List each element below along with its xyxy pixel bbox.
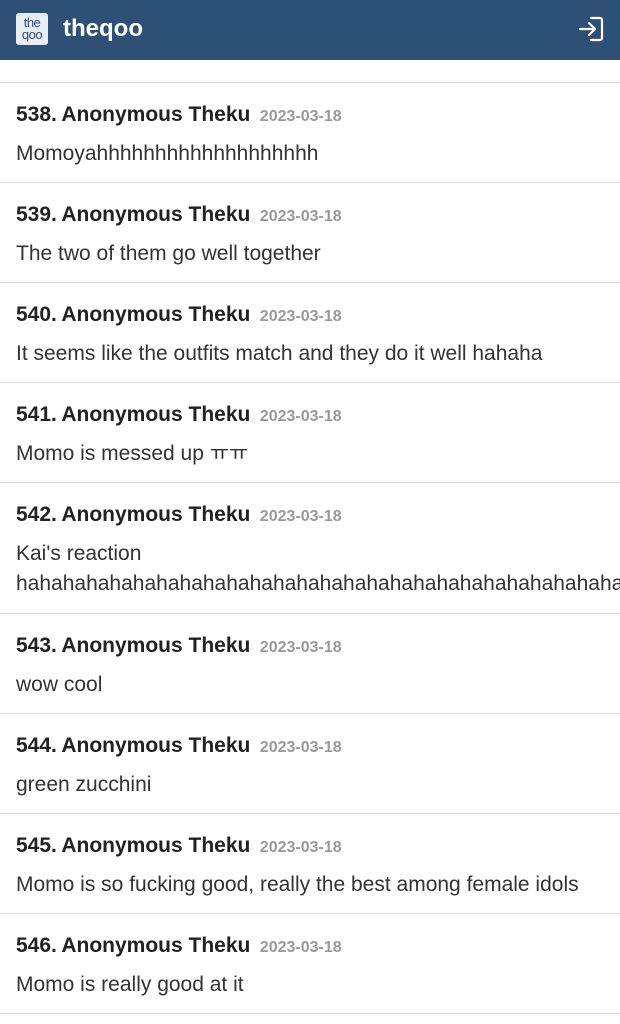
- comment-meta: 540. Anonymous Theku 2023-03-18: [16, 303, 342, 327]
- comment-author: Anonymous Theku: [61, 503, 251, 526]
- comment-date: 2023-03-18: [259, 939, 342, 956]
- comment-author: Anonymous Theku: [61, 834, 251, 857]
- comment-text: It seems like the outfits match and they…: [16, 342, 543, 365]
- comment-author: Anonymous Theku: [61, 634, 251, 657]
- login-button[interactable]: [576, 14, 606, 44]
- comment-author: Anonymous Theku: [61, 403, 251, 426]
- comment-text: Momo is so fucking good, really the best…: [16, 873, 579, 896]
- comment-date: 2023-03-18: [259, 108, 342, 125]
- comment-item: 540. Anonymous Theku 2023-03-18 It seems…: [0, 283, 620, 383]
- comment-meta: 543. Anonymous Theku 2023-03-18: [16, 634, 342, 658]
- comment-text: green zucchini: [16, 773, 152, 796]
- comment-number: 538.: [16, 103, 57, 126]
- comment-author: Anonymous Theku: [61, 734, 251, 757]
- comment-author: Anonymous Theku: [61, 203, 251, 226]
- comment-date: 2023-03-18: [259, 308, 342, 325]
- comment-text: Momo is really good at it: [16, 973, 244, 996]
- comment-meta: 544. Anonymous Theku 2023-03-18: [16, 734, 342, 758]
- comment-item: 541. Anonymous Theku 2023-03-18 Momo is …: [0, 383, 620, 483]
- comment-meta: 538. Anonymous Theku 2023-03-18: [16, 103, 342, 127]
- comment-text: Momoyahhhhhhhhhhhhhhhhhhh: [16, 142, 319, 165]
- comment-text: wow cool: [16, 673, 103, 696]
- comment-number: 544.: [16, 734, 57, 757]
- comment-text: Kai's reaction hahahahahahahahahahahahah…: [16, 542, 620, 595]
- comment-meta: 539. Anonymous Theku 2023-03-18: [16, 203, 342, 227]
- login-icon: [578, 16, 604, 42]
- comment-author: Anonymous Theku: [61, 103, 251, 126]
- site-title[interactable]: theqoo: [63, 14, 143, 44]
- comment-meta: 542. Anonymous Theku 2023-03-18: [16, 503, 342, 527]
- comment-meta: 546. Anonymous Theku 2023-03-18: [16, 934, 342, 958]
- comment-date: 2023-03-18: [259, 208, 342, 225]
- comment-item: 546. Anonymous Theku 2023-03-18 Momo is …: [0, 914, 620, 1014]
- comment-number: 540.: [16, 303, 57, 326]
- comment-list: 538. Anonymous Theku 2023-03-18 Momoyahh…: [0, 82, 620, 1014]
- comment-date: 2023-03-18: [259, 408, 342, 425]
- comment-date: 2023-03-18: [259, 839, 342, 856]
- comment-text: Momo is messed up ㅠㅠ: [16, 442, 249, 465]
- comment-number: 543.: [16, 634, 57, 657]
- comment-item: 542. Anonymous Theku 2023-03-18 Kai's re…: [0, 483, 620, 614]
- comment-date: 2023-03-18: [259, 739, 342, 756]
- comment-author: Anonymous Theku: [61, 934, 251, 957]
- comment-item: 538. Anonymous Theku 2023-03-18 Momoyahh…: [0, 83, 620, 183]
- comment-meta: 541. Anonymous Theku 2023-03-18: [16, 403, 342, 427]
- comment-meta: 545. Anonymous Theku 2023-03-18: [16, 834, 342, 858]
- comment-item: 543. Anonymous Theku 2023-03-18 wow cool: [0, 614, 620, 714]
- comment-date: 2023-03-18: [259, 639, 342, 656]
- comment-number: 539.: [16, 203, 57, 226]
- comment-item: 544. Anonymous Theku 2023-03-18 green zu…: [0, 714, 620, 814]
- comment-date: 2023-03-18: [259, 508, 342, 525]
- comment-number: 546.: [16, 934, 57, 957]
- comment-item: 539. Anonymous Theku 2023-03-18 The two …: [0, 183, 620, 283]
- comment-text: The two of them go well together: [16, 242, 321, 265]
- top-bar: the qoo theqoo: [0, 0, 620, 60]
- comment-number: 541.: [16, 403, 57, 426]
- comment-number: 545.: [16, 834, 57, 857]
- comment-author: Anonymous Theku: [61, 303, 251, 326]
- comment-number: 542.: [16, 503, 57, 526]
- theqoo-logo[interactable]: the qoo: [16, 13, 48, 45]
- comment-item: 545. Anonymous Theku 2023-03-18 Momo is …: [0, 814, 620, 914]
- logo-text-bottom: qoo: [21, 27, 43, 42]
